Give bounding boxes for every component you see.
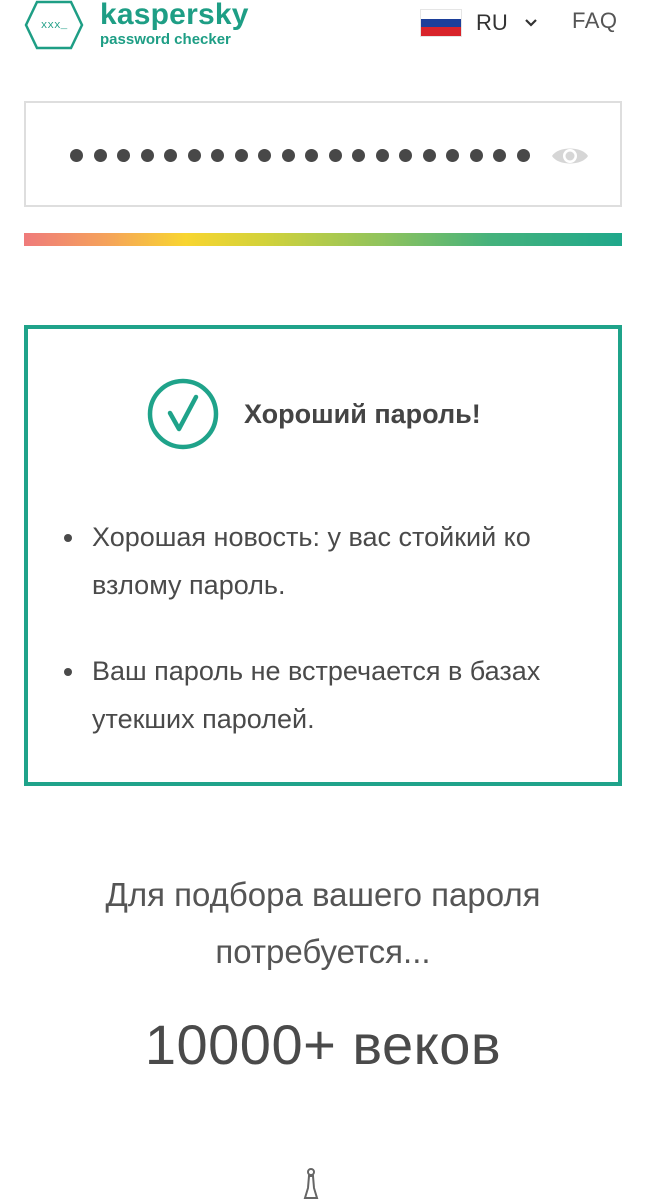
password-dot xyxy=(375,148,389,162)
result-item: Хорошая новость: у вас стойкий ко взлому… xyxy=(64,513,604,609)
logo-text: kaspersky password checker xyxy=(100,0,249,49)
password-dot xyxy=(328,148,342,162)
password-dot xyxy=(187,148,201,162)
result-title: Хороший пароль! xyxy=(244,399,481,429)
result-list: Хорошая новость: у вас стойкий ко взлому… xyxy=(64,513,604,781)
result-item: Ваш пароль не встречается в базах утекши… xyxy=(64,647,604,743)
logo-mark-icon: xxx_ xyxy=(24,0,84,50)
password-dot xyxy=(93,148,107,162)
password-dot xyxy=(352,148,365,162)
password-input[interactable] xyxy=(24,101,622,207)
russia-flag-icon xyxy=(420,9,462,37)
product-name: password checker xyxy=(100,31,231,48)
header: xxx_ kaspersky password checker RU FAQ xyxy=(0,0,646,70)
check-circle-icon xyxy=(147,378,219,450)
password-dot xyxy=(493,148,506,162)
brand-name: kaspersky xyxy=(100,0,249,31)
svg-text:xxx_: xxx_ xyxy=(41,20,68,32)
password-masked-value xyxy=(70,139,540,171)
password-dot xyxy=(140,148,154,162)
strength-meter xyxy=(24,233,622,246)
password-dot xyxy=(164,148,177,162)
chevron-down-icon xyxy=(525,19,537,27)
language-selector[interactable]: RU xyxy=(420,8,538,38)
password-dot xyxy=(117,148,130,162)
language-code: RU xyxy=(476,10,508,35)
chess-piece-icon xyxy=(303,1168,319,1199)
password-dot xyxy=(516,148,530,162)
page: xxx_ kaspersky password checker RU FAQ Х… xyxy=(0,0,646,1200)
password-dot xyxy=(446,148,459,162)
result-card: Хороший пароль! Хорошая новость: у вас с… xyxy=(24,325,622,786)
crack-time-value: 10000+ веков xyxy=(144,1013,502,1076)
password-dot xyxy=(234,148,248,162)
password-dot xyxy=(469,148,483,162)
password-dot xyxy=(258,148,271,162)
password-dot xyxy=(399,148,412,162)
password-dot xyxy=(422,148,436,162)
eye-icon[interactable] xyxy=(550,141,590,171)
faq-link[interactable]: FAQ xyxy=(572,8,618,34)
password-dot xyxy=(70,148,83,162)
password-dot xyxy=(211,148,224,162)
password-dot xyxy=(305,148,318,162)
password-dot xyxy=(281,148,295,162)
crack-time-intro: Для подбора вашего пароля потребуется... xyxy=(105,876,541,970)
kaspersky-logo[interactable]: xxx_ kaspersky password checker xyxy=(24,0,249,50)
